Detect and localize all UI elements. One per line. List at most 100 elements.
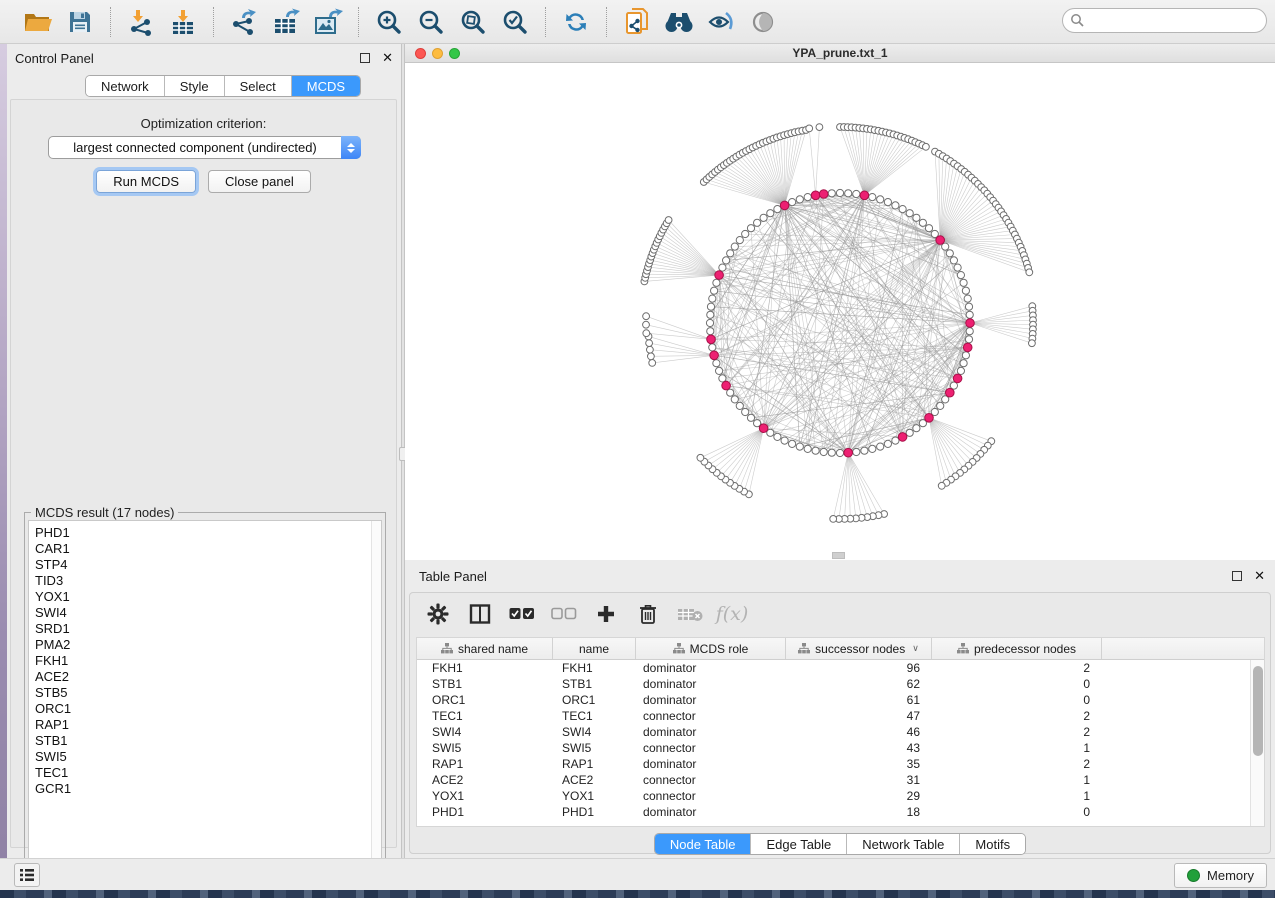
graph-node[interactable] — [709, 344, 716, 351]
graph-node[interactable] — [966, 311, 973, 318]
graph-node[interactable] — [869, 194, 876, 201]
graph-node[interactable] — [804, 445, 811, 452]
hide-graphics-details-button[interactable] — [703, 6, 739, 38]
graph-hub-node[interactable] — [759, 424, 768, 433]
graph-hub-node[interactable] — [819, 190, 828, 199]
create-column-button[interactable] — [592, 600, 620, 628]
graph-hub-node[interactable] — [966, 319, 975, 328]
run-mcds-button[interactable]: Run MCDS — [96, 170, 196, 193]
graph-node[interactable] — [711, 287, 718, 294]
graph-node[interactable] — [954, 264, 961, 271]
graph-node[interactable] — [706, 319, 713, 326]
graph-node[interactable] — [828, 449, 835, 456]
refresh-button[interactable] — [558, 6, 594, 38]
mcds-result-item[interactable]: GCR1 — [29, 781, 371, 797]
network-canvas[interactable] — [405, 63, 1275, 560]
graph-node[interactable] — [960, 360, 967, 367]
mcds-result-item[interactable]: STB5 — [29, 685, 371, 701]
graph-node[interactable] — [719, 264, 726, 271]
save-session-button[interactable] — [62, 6, 98, 38]
graph-node[interactable] — [731, 396, 738, 403]
graph-leaf-node[interactable] — [643, 321, 650, 328]
table-settings-button[interactable] — [424, 600, 452, 628]
table-row[interactable]: SWI4SWI4dominator462 — [417, 724, 1250, 740]
tab-network-table[interactable]: Network Table — [847, 834, 960, 854]
table-row[interactable]: ORC1ORC1dominator610 — [417, 692, 1250, 708]
graph-node[interactable] — [774, 206, 781, 213]
graph-node[interactable] — [727, 389, 734, 396]
column-header-MCDS-role[interactable]: MCDS role — [636, 638, 786, 659]
graph-leaf-node[interactable] — [643, 313, 650, 320]
close-panel-button[interactable]: Close panel — [208, 170, 311, 193]
function-builder-button[interactable]: f(x) — [718, 600, 746, 628]
graph-hub-node[interactable] — [946, 388, 955, 397]
graph-hub-node[interactable] — [780, 201, 789, 210]
graph-node[interactable] — [836, 189, 843, 196]
tab-mcds[interactable]: MCDS — [292, 76, 360, 96]
mcds-result-item[interactable]: SRD1 — [29, 621, 371, 637]
mcds-result-item[interactable]: ORC1 — [29, 701, 371, 717]
graph-hub-node[interactable] — [963, 343, 972, 352]
graph-node[interactable] — [965, 336, 972, 343]
show-panels-button[interactable] — [14, 863, 40, 887]
mcds-result-item[interactable]: YOX1 — [29, 589, 371, 605]
graph-node[interactable] — [828, 190, 835, 197]
graph-node[interactable] — [869, 445, 876, 452]
tab-motifs[interactable]: Motifs — [960, 834, 1025, 854]
graph-node[interactable] — [716, 367, 723, 374]
graph-node[interactable] — [707, 303, 714, 310]
table-row[interactable]: SWI5SWI5connector431 — [417, 740, 1250, 756]
graph-node[interactable] — [820, 448, 827, 455]
graph-node[interactable] — [731, 243, 738, 250]
tab-select[interactable]: Select — [225, 76, 292, 96]
graph-node[interactable] — [884, 440, 891, 447]
mcds-result-item[interactable]: RAP1 — [29, 717, 371, 733]
table-row[interactable]: FKH1FKH1dominator962 — [417, 660, 1250, 676]
graph-node[interactable] — [836, 449, 843, 456]
table-row[interactable]: TEC1TEC1connector472 — [417, 708, 1250, 724]
graph-node[interactable] — [853, 448, 860, 455]
graph-node[interactable] — [727, 250, 734, 257]
table-scrollbar-thumb[interactable] — [1253, 666, 1263, 756]
graph-leaf-node[interactable] — [923, 143, 930, 150]
graph-leaf-node[interactable] — [816, 124, 823, 131]
mcds-result-item[interactable]: STP4 — [29, 557, 371, 573]
delete-table-button[interactable] — [676, 600, 704, 628]
graph-node[interactable] — [713, 279, 720, 286]
close-table-panel-icon[interactable]: ✕ — [1254, 571, 1265, 581]
graph-node[interactable] — [964, 295, 971, 302]
graph-hub-node[interactable] — [722, 381, 731, 390]
float-panel-icon[interactable] — [360, 53, 370, 63]
column-header-successor-nodes[interactable]: successor nodes∨ — [786, 638, 932, 659]
table-row[interactable]: STB1STB1dominator620 — [417, 676, 1250, 692]
tab-node-table[interactable]: Node Table — [655, 834, 752, 854]
column-header-shared-name[interactable]: shared name — [417, 638, 553, 659]
graph-node[interactable] — [877, 196, 884, 203]
tab-style[interactable]: Style — [165, 76, 225, 96]
tab-network[interactable]: Network — [86, 76, 165, 96]
graph-node[interactable] — [796, 196, 803, 203]
import-table-button[interactable] — [165, 6, 201, 38]
mcds-result-item[interactable]: SWI5 — [29, 749, 371, 765]
graph-node[interactable] — [781, 437, 788, 444]
mcds-result-item[interactable]: TEC1 — [29, 765, 371, 781]
graph-node[interactable] — [713, 360, 720, 367]
delete-column-button[interactable] — [634, 600, 662, 628]
graph-node[interactable] — [747, 414, 754, 421]
export-image-button[interactable] — [310, 6, 346, 38]
graph-leaf-node[interactable] — [643, 330, 650, 337]
mcds-result-item[interactable]: PHD1 — [29, 525, 371, 541]
graph-node[interactable] — [919, 219, 926, 226]
graph-leaf-node[interactable] — [649, 360, 656, 367]
graph-node[interactable] — [957, 367, 964, 374]
graph-node[interactable] — [723, 257, 730, 264]
graph-leaf-node[interactable] — [938, 482, 945, 489]
graph-node[interactable] — [950, 382, 957, 389]
column-header-name[interactable]: name — [553, 638, 636, 659]
graph-node[interactable] — [747, 225, 754, 232]
graph-node[interactable] — [707, 311, 714, 318]
graph-node[interactable] — [960, 279, 967, 286]
graph-node[interactable] — [760, 214, 767, 221]
network-window-titlebar[interactable]: YPA_prune.txt_1 — [405, 44, 1275, 63]
close-panel-icon[interactable]: ✕ — [382, 53, 393, 63]
